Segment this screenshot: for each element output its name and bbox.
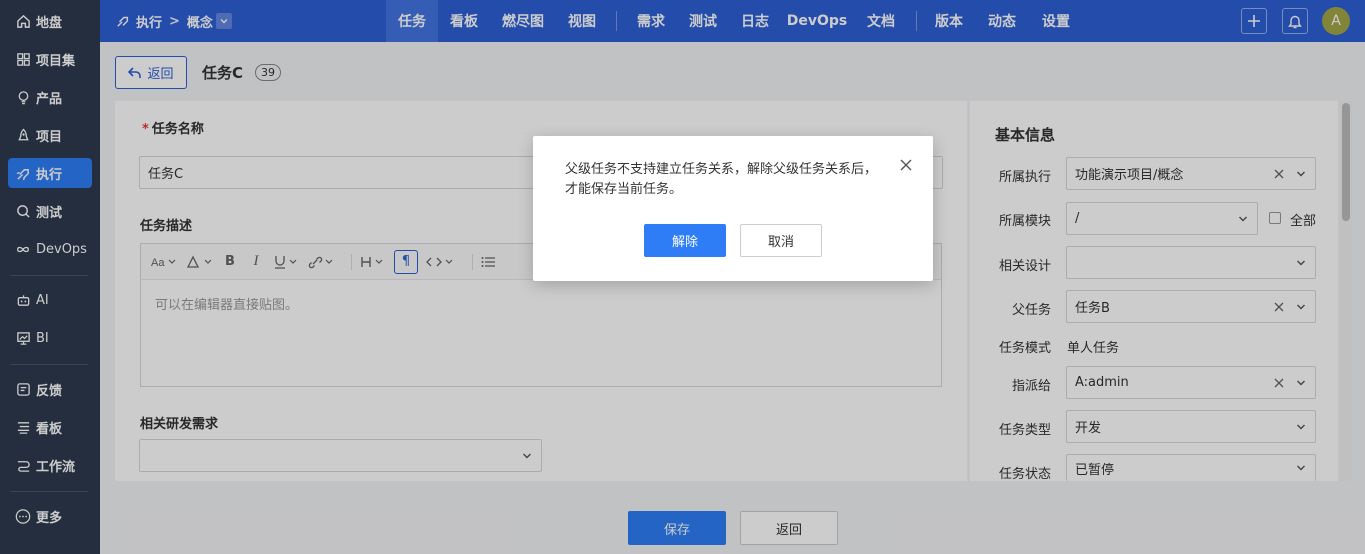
close-icon[interactable] (899, 158, 913, 172)
dialog-message-line: 父级任务不支持建立任务关系，解除父级任务关系后， (565, 162, 878, 177)
dialog-message-line: 才能保存当前任务。 (565, 182, 683, 197)
dialog-message: 父级任务不支持建立任务关系，解除父级任务关系后， 才能保存当前任务。 (565, 160, 885, 200)
confirm-dialog: 父级任务不支持建立任务关系，解除父级任务关系后， 才能保存当前任务。 解除 取消 (533, 136, 933, 281)
app-window: 地盘 项目集 产品 项目 执行 测试 DevOps AI BI 反馈 看板 工作… (0, 0, 1365, 554)
cancel-button[interactable]: 取消 (740, 224, 822, 257)
unlink-button[interactable]: 解除 (644, 224, 726, 257)
